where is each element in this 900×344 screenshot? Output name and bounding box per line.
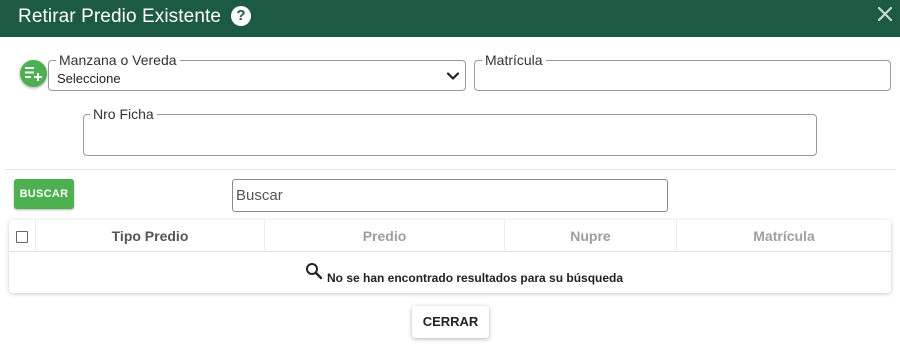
matricula-label: Matrícula xyxy=(482,52,546,68)
column-matricula[interactable]: Matrícula xyxy=(677,220,891,252)
search-input[interactable]: Buscar xyxy=(232,179,668,212)
retirar-predio-dialog: Retirar Predio Existente ? Manzana o Ver… xyxy=(0,0,900,344)
chevron-down-icon xyxy=(446,69,460,88)
select-all-cell xyxy=(9,220,36,252)
add-to-list-icon[interactable] xyxy=(20,60,47,87)
empty-results-row: No se han encontrado resultados para su … xyxy=(9,253,891,293)
column-nupre[interactable]: Nupre xyxy=(505,220,677,252)
buscar-button[interactable]: BUSCAR xyxy=(14,179,74,209)
manzana-vereda-value: Seleccione xyxy=(57,71,121,86)
dialog-titlebar: Retirar Predio Existente ? xyxy=(0,0,900,37)
empty-results-message: No se han encontrado resultados para su … xyxy=(327,271,624,285)
matricula-field[interactable]: Matrícula xyxy=(474,52,891,91)
nro-ficha-label: Nro Ficha xyxy=(90,106,157,122)
column-tipo-predio[interactable]: Tipo Predio xyxy=(36,220,265,252)
search-icon xyxy=(305,262,323,285)
column-predio[interactable]: Predio xyxy=(265,220,505,252)
dialog-title: Retirar Predio Existente xyxy=(18,6,222,27)
cerrar-button[interactable]: CERRAR xyxy=(412,306,489,338)
results-table: Tipo Predio Predio Nupre Matrícula No se… xyxy=(9,220,891,293)
close-icon[interactable] xyxy=(875,4,895,24)
help-icon[interactable]: ? xyxy=(231,6,251,26)
manzana-vereda-label: Manzana o Vereda xyxy=(56,52,180,68)
manzana-vereda-select[interactable]: Manzana o Vereda Seleccione xyxy=(48,52,466,91)
section-divider xyxy=(5,169,895,170)
nro-ficha-field[interactable]: Nro Ficha xyxy=(83,106,817,156)
table-header: Tipo Predio Predio Nupre Matrícula xyxy=(9,220,891,252)
select-all-checkbox[interactable] xyxy=(16,231,28,243)
